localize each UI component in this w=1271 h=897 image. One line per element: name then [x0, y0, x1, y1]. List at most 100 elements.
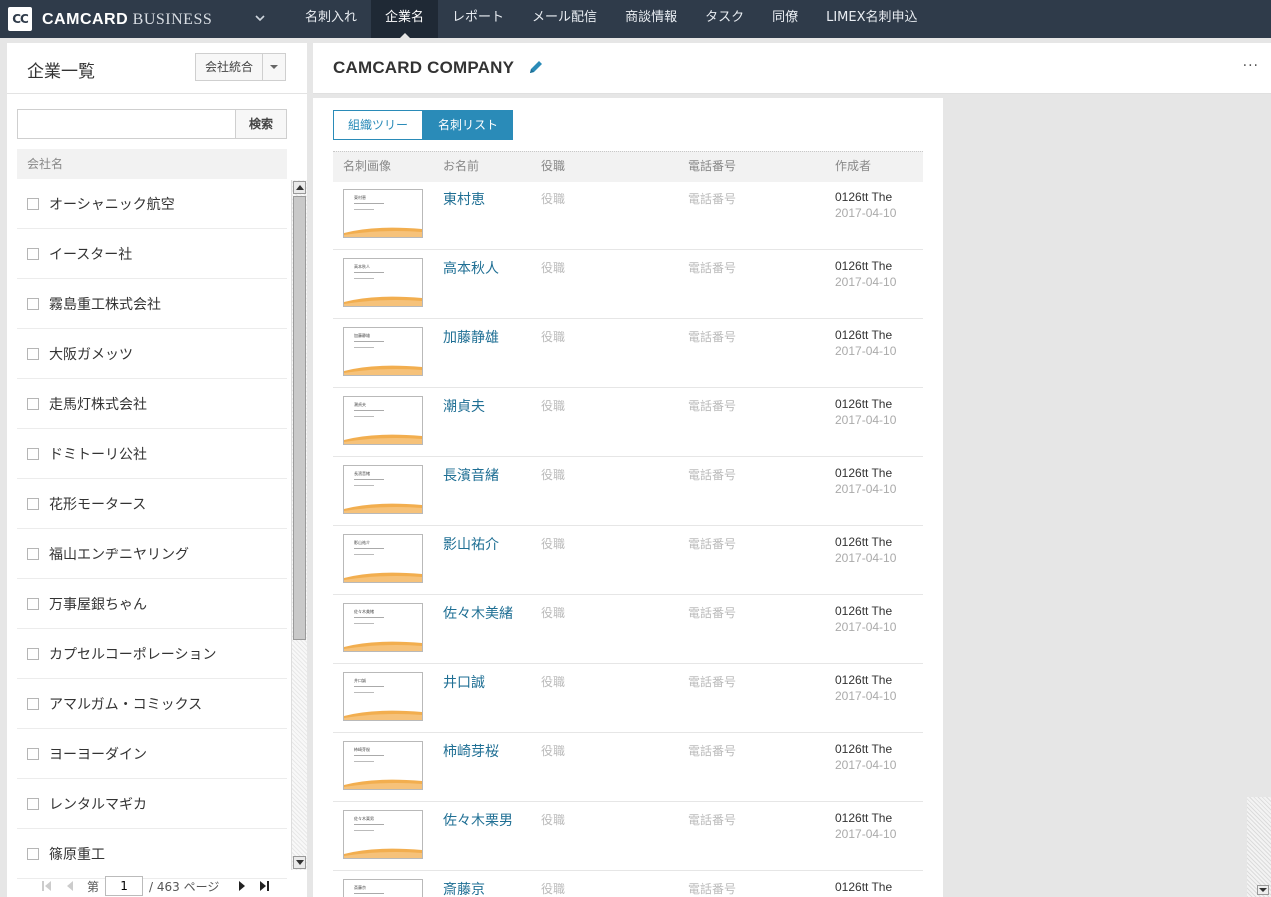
nav-item-5[interactable]: タスク: [691, 0, 758, 38]
company-list-item[interactable]: 大阪ガメッツ: [17, 329, 287, 379]
business-card-image[interactable]: 長濱音緒: [343, 465, 423, 514]
company-name[interactable]: 花形モータース: [49, 494, 146, 514]
card-table-row[interactable]: 長濱音緒 長濱音緒 役職 電話番号 0126tt The 2017-04-10: [333, 457, 923, 526]
company-name[interactable]: イースター社: [49, 244, 132, 264]
company-list-scrollbar[interactable]: [291, 180, 307, 870]
company-list-item[interactable]: オーシャニック航空: [17, 179, 287, 229]
business-card-image[interactable]: 斎藤京: [343, 879, 423, 897]
company-name[interactable]: レンタルマギカ: [49, 794, 147, 814]
contact-name-link[interactable]: 井口誠: [443, 672, 485, 692]
scrollbar-thumb[interactable]: [293, 196, 306, 640]
column-header-name[interactable]: お名前: [443, 152, 479, 180]
business-card-image[interactable]: 井口誠: [343, 672, 423, 721]
tab-0[interactable]: 組織ツリー: [333, 110, 423, 140]
app-logo-text[interactable]: CAMCARD BUSINESS: [42, 9, 212, 29]
company-checkbox[interactable]: [27, 547, 39, 560]
nav-item-0[interactable]: 名刺入れ: [291, 0, 371, 38]
company-checkbox[interactable]: [27, 397, 39, 410]
column-header-role[interactable]: 役職: [541, 152, 565, 180]
company-list-item[interactable]: 花形モータース: [17, 479, 287, 529]
scroll-up-icon[interactable]: [293, 181, 306, 194]
contact-name-link[interactable]: 斎藤京: [443, 879, 485, 897]
card-table-row[interactable]: 斎藤京斎藤京役職電話番号0126tt The2017-04-10: [333, 871, 923, 897]
company-name[interactable]: オーシャニック航空: [49, 194, 175, 214]
nav-item-2[interactable]: レポート: [438, 0, 518, 38]
column-header-company-name[interactable]: 会社名: [17, 149, 287, 179]
camcard-logo-icon[interactable]: CC: [8, 7, 32, 31]
company-list-item[interactable]: ヨーヨーダイン: [17, 729, 287, 779]
card-table-row[interactable]: 東村恵 東村恵 役職 電話番号 0126tt The 2017-04-10: [333, 181, 923, 250]
company-list-item[interactable]: 万事屋銀ちゃん: [17, 579, 287, 629]
more-options-icon[interactable]: ···: [1243, 58, 1259, 74]
company-list-item[interactable]: 篠原重工: [17, 829, 287, 879]
contact-name-link[interactable]: 佐々木栗男: [443, 810, 513, 830]
first-page-icon[interactable]: [41, 879, 55, 893]
nav-item-3[interactable]: メール配信: [518, 0, 611, 38]
business-card-image[interactable]: 東村恵: [343, 189, 423, 238]
card-table-row[interactable]: 潮貞夫 潮貞夫 役職 電話番号 0126tt The 2017-04-10: [333, 388, 923, 457]
company-checkbox[interactable]: [27, 347, 39, 360]
business-card-image[interactable]: 佐々木美緒: [343, 603, 423, 652]
tab-1[interactable]: 名刺リスト: [423, 110, 513, 140]
business-card-image[interactable]: 影山祐介: [343, 534, 423, 583]
company-name[interactable]: カプセルコーポレーション: [49, 644, 216, 664]
contact-name-link[interactable]: 高本秋人: [443, 258, 499, 278]
business-card-image[interactable]: 高本秋人: [343, 258, 423, 307]
company-checkbox[interactable]: [27, 847, 39, 860]
card-table-row[interactable]: 佐々木栗男 佐々木栗男 役職 電話番号 0126tt The 2017-04-10: [333, 802, 923, 871]
company-checkbox[interactable]: [27, 747, 39, 760]
company-name[interactable]: ヨーヨーダイン: [49, 744, 147, 764]
prev-page-icon[interactable]: [63, 879, 77, 893]
card-table-row[interactable]: 加藤静雄 加藤静雄 役職 電話番号 0126tt The 2017-04-10: [333, 319, 923, 388]
company-name[interactable]: 霧島重工株式会社: [49, 294, 161, 314]
business-card-image[interactable]: 加藤静雄: [343, 327, 423, 376]
company-name[interactable]: 万事屋銀ちゃん: [49, 594, 147, 614]
company-checkbox[interactable]: [27, 647, 39, 660]
company-name[interactable]: 大阪ガメッツ: [49, 344, 133, 364]
card-table-row[interactable]: 柿崎芽桜 柿崎芽桜 役職 電話番号 0126tt The 2017-04-10: [333, 733, 923, 802]
company-list-item[interactable]: アマルガム・コミックス: [17, 679, 287, 729]
company-name[interactable]: アマルガム・コミックス: [49, 694, 202, 714]
company-list-item[interactable]: ドミトーリ公社: [17, 429, 287, 479]
company-list-item[interactable]: レンタルマギカ: [17, 779, 287, 829]
company-checkbox[interactable]: [27, 297, 39, 310]
nav-item-4[interactable]: 商談情報: [611, 0, 691, 38]
contact-name-link[interactable]: 長濱音緒: [443, 465, 499, 485]
scroll-down-icon[interactable]: [293, 856, 306, 869]
card-table-row[interactable]: 高本秋人 高本秋人 役職 電話番号 0126tt The 2017-04-10: [333, 250, 923, 319]
card-table-row[interactable]: 佐々木美緒 佐々木美緒 役職 電話番号 0126tt The 2017-04-10: [333, 595, 923, 664]
company-list-item[interactable]: カプセルコーポレーション: [17, 629, 287, 679]
merge-dropdown-toggle[interactable]: [263, 54, 285, 80]
company-list-item[interactable]: イースター社: [17, 229, 287, 279]
company-checkbox[interactable]: [27, 797, 39, 810]
company-checkbox[interactable]: [27, 247, 39, 260]
company-checkbox[interactable]: [27, 497, 39, 510]
business-card-image[interactable]: 佐々木栗男: [343, 810, 423, 859]
business-card-image[interactable]: 柿崎芽桜: [343, 741, 423, 790]
company-search-input[interactable]: [17, 109, 235, 139]
merge-button-label[interactable]: 会社統合: [196, 54, 263, 80]
nav-item-1[interactable]: 企業名: [371, 0, 439, 38]
company-name[interactable]: 走馬灯株式会社: [49, 394, 147, 414]
contact-name-link[interactable]: 佐々木美緒: [443, 603, 513, 623]
scroll-down-icon[interactable]: [1257, 885, 1269, 895]
contact-name-link[interactable]: 柿崎芽桜: [443, 741, 499, 761]
contact-name-link[interactable]: 影山祐介: [443, 534, 499, 554]
nav-item-6[interactable]: 同僚: [758, 0, 812, 38]
company-list-item[interactable]: 福山エンヂニヤリング: [17, 529, 287, 579]
company-checkbox[interactable]: [27, 197, 39, 210]
page-number-input[interactable]: [105, 876, 144, 896]
company-checkbox[interactable]: [27, 597, 39, 610]
company-checkbox[interactable]: [27, 447, 39, 460]
last-page-icon[interactable]: [257, 879, 271, 893]
company-name[interactable]: 福山エンヂニヤリング: [49, 544, 189, 564]
business-card-image[interactable]: 潮貞夫: [343, 396, 423, 445]
company-name[interactable]: ドミトーリ公社: [49, 444, 147, 464]
search-button[interactable]: 検索: [235, 109, 287, 139]
card-table-row[interactable]: 井口誠 井口誠 役職 電話番号 0126tt The 2017-04-10: [333, 664, 923, 733]
contact-name-link[interactable]: 加藤静雄: [443, 327, 499, 347]
card-table-row[interactable]: 影山祐介 影山祐介 役職 電話番号 0126tt The 2017-04-10: [333, 526, 923, 595]
nav-item-7[interactable]: LIMEX名刺申込: [812, 0, 931, 38]
column-header-phone[interactable]: 電話番号: [688, 152, 736, 180]
company-list-item[interactable]: 走馬灯株式会社: [17, 379, 287, 429]
